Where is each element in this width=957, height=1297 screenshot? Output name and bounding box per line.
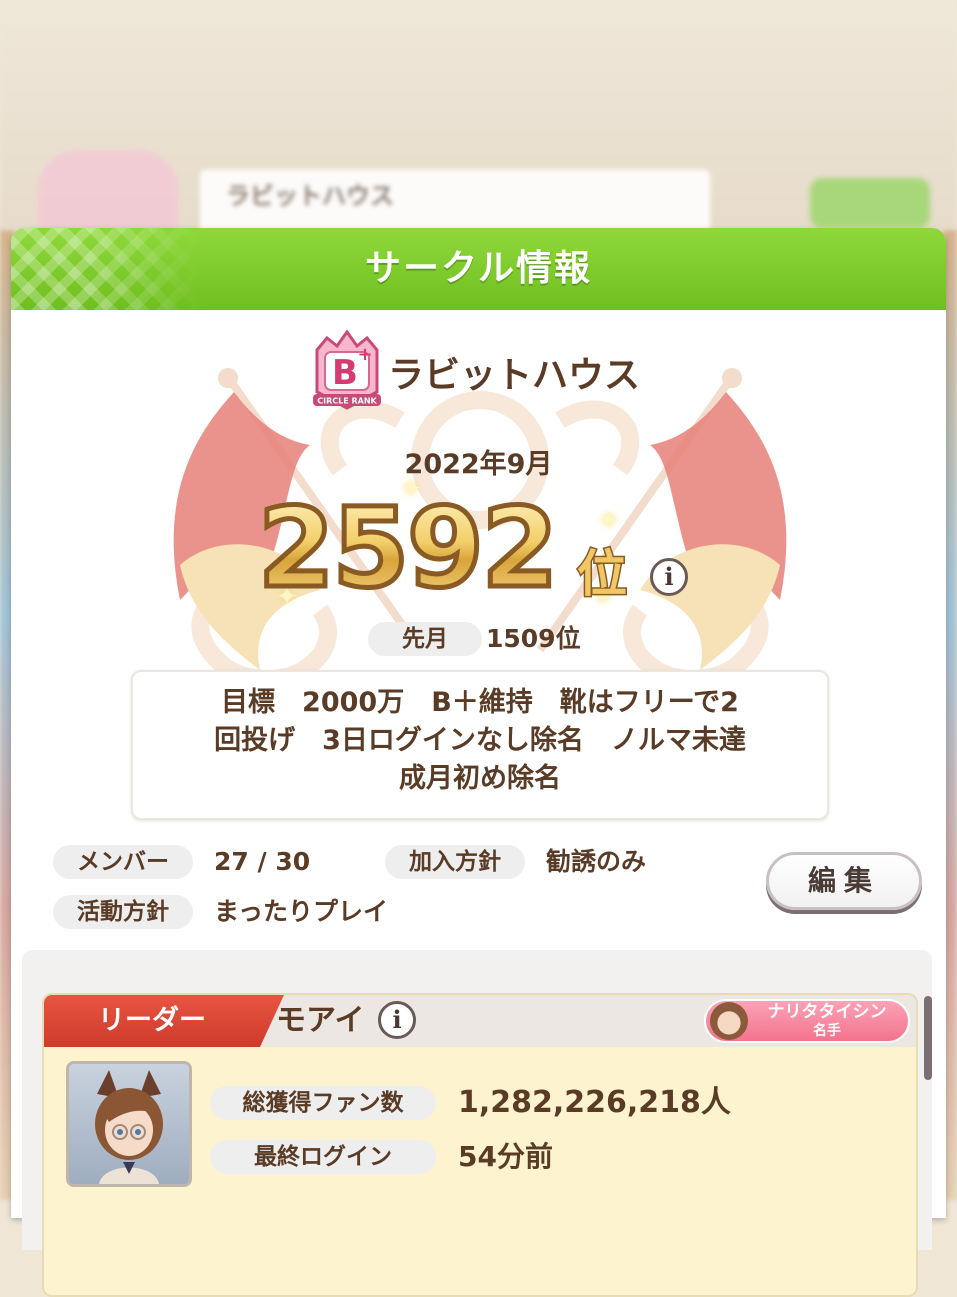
svg-text:+: + [357,344,372,365]
rank-badge-icon: B + CIRCLE RANK [313,329,381,410]
avatar-illustration [95,1070,163,1184]
last-login-label: 最終ログイン [210,1140,436,1174]
dialog-header: サークル情報 [11,228,946,310]
members-value: 27 / 30 [214,847,311,876]
last-login-value: 54分前 [458,1140,553,1173]
circle-rank-number: 2592 [255,484,560,612]
join-policy-label: 加入方針 [385,845,525,879]
character-title: 名手 [813,1023,841,1039]
circle-name: ラビットハウス [388,355,641,396]
scrollbar[interactable] [924,996,932,1080]
background-circle-name: ラビットハウス [226,182,394,210]
rank-info-icon[interactable]: i [650,558,688,596]
leader-info-icon[interactable]: i [378,1001,416,1039]
circle-rank-suffix: 位 [576,544,629,605]
activity-policy-label: 活動方針 [53,895,193,929]
background-green-button [810,178,930,228]
dialog-title: サークル情報 [365,248,592,289]
character-face-icon [710,1002,748,1040]
circle-comment-box: 目標 2000万 B＋維持 靴はフリーで2 回投げ 3日ログインなし除名 ノルマ… [131,670,829,820]
character-name: ナリタタイシン [767,1002,887,1022]
members-label: メンバー [53,845,193,879]
join-policy-value: 勧誘のみ [546,847,647,876]
sparkle-icon: ✦ [598,506,620,536]
leader-avatar[interactable] [66,1061,192,1187]
leader-name: モアイ [276,1003,365,1038]
edit-button[interactable]: 編集 [766,852,922,910]
leader-card: リーダー モアイ i ナリタタイシン 名手 総獲得ファン数 1,282,226,… [42,993,918,1297]
last-month-value: 1509位 [486,624,581,653]
ranking-month: 2022年9月 [404,449,553,480]
leader-character-badge[interactable]: ナリタタイシン 名手 [704,999,910,1043]
svg-text:CIRCLE RANK: CIRCLE RANK [317,397,377,406]
background-rank-badge [38,150,178,240]
total-fans-value: 1,282,226,218人 [458,1085,731,1120]
last-month-label: 先月 [368,622,482,656]
circle-comment: 目標 2000万 B＋維持 靴はフリーで2 回投げ 3日ログインなし除名 ノルマ… [214,687,746,794]
total-fans-label: 総獲得ファン数 [210,1086,436,1120]
leader-ribbon-label: リーダー [98,1005,206,1036]
activity-policy-value: まったりプレイ [214,897,389,926]
svg-text:B: B [332,353,358,393]
